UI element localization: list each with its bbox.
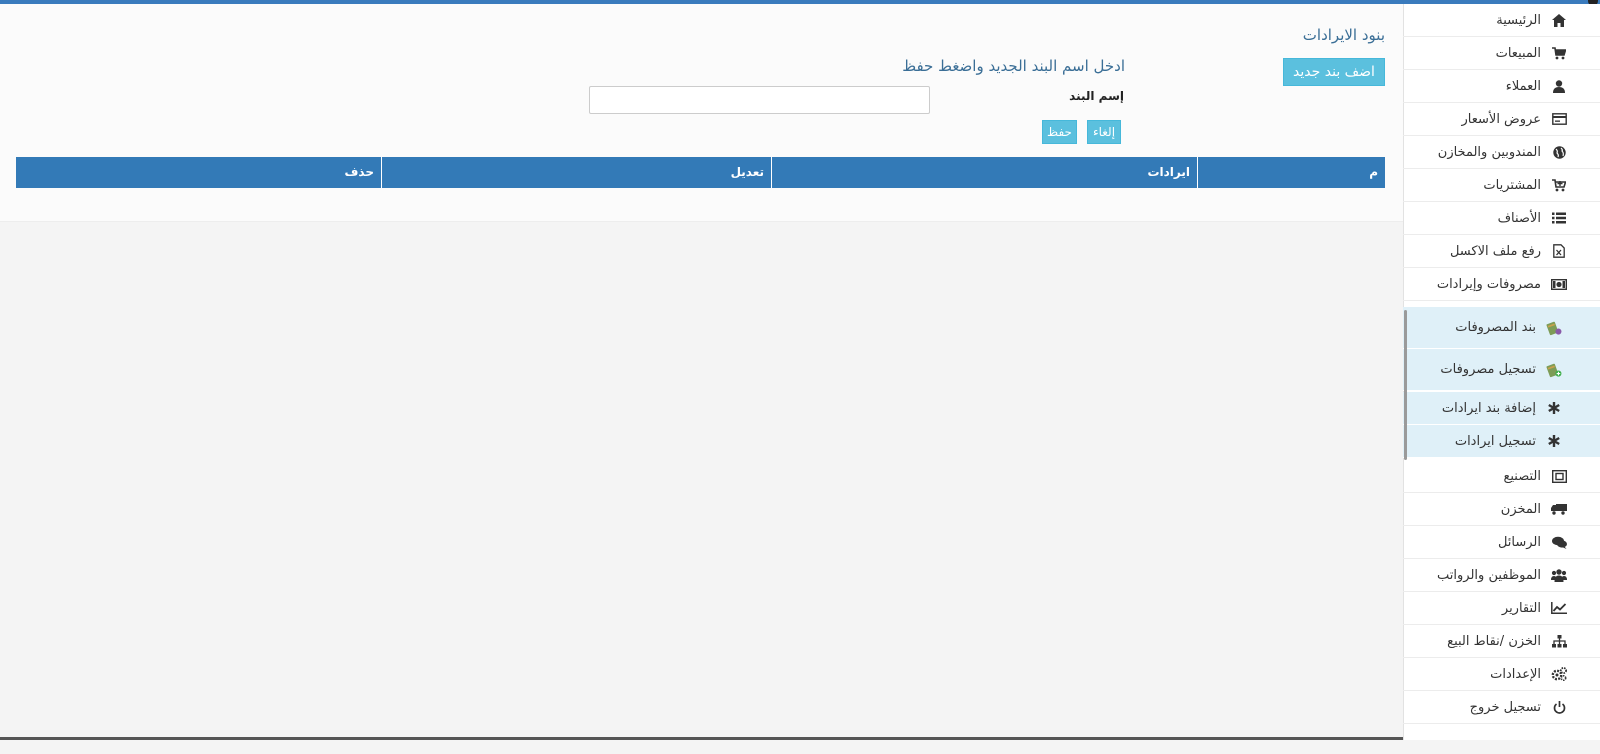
sidebar-item-customers[interactable]: العملاء [1403, 70, 1600, 103]
sidebar-item-label: عروض الأسعار [1461, 111, 1542, 127]
submenu-scrollbar[interactable] [1404, 310, 1407, 460]
users-icon [1551, 567, 1567, 583]
sidebar-item-label: الموظفين والرواتب [1437, 567, 1541, 583]
asterisk-icon [1546, 400, 1562, 416]
sidebar-item-logout[interactable]: تسجيل خروج [1403, 691, 1600, 724]
sidebar-item-messages[interactable]: الرسائل [1403, 526, 1600, 559]
column-header-revenue: ايرادات [771, 157, 1197, 188]
asterisk-icon [1546, 433, 1562, 449]
sidebar-item-products[interactable]: الأصناف [1403, 202, 1600, 235]
column-header-delete: حذف [344, 165, 374, 179]
sidebar-item-label: بند المصروفات [1455, 320, 1536, 335]
sidebar-item-home[interactable]: الرئيسية [1403, 4, 1600, 37]
sidebar-item-excel-upload[interactable]: رفع ملف الاكسل [1403, 235, 1600, 268]
item-name-label: إسم البند [1069, 89, 1124, 103]
excel-file-icon [1551, 243, 1567, 259]
sidebar-item-expenses-revenues[interactable]: مصروفات وإيرادات [1403, 268, 1600, 301]
sidebar-item-label: تسجيل ايرادات [1454, 433, 1536, 449]
cart-plus-icon [1551, 177, 1567, 193]
sidebar-item-label: الأصناف [1497, 210, 1541, 226]
sidebar-subitem-expense-items[interactable]: بند المصروفات [1403, 307, 1600, 349]
form-instruction: ادخل اسم البند الجديد واضغط حفظ [902, 57, 1125, 75]
main-panel: بنود الايرادات اضف بند جديد ادخل اسم الب… [0, 4, 1403, 222]
card-icon [1551, 111, 1567, 127]
bottom-edge-bar [0, 737, 1403, 740]
truck-icon [1551, 501, 1567, 517]
sidebar: الرئيسية المبيعات العملاء عروض الأسعار ا… [1403, 4, 1600, 740]
gears-icon [1551, 666, 1567, 682]
sidebar-item-settings[interactable]: الإعدادات [1403, 658, 1600, 691]
home-icon [1551, 12, 1567, 28]
sidebar-item-label: المبيعات [1495, 45, 1541, 61]
sidebar-item-employees-salaries[interactable]: الموظفين والرواتب [1403, 559, 1600, 592]
chat-icon [1551, 534, 1567, 550]
sidebar-item-label: المخزن [1500, 501, 1541, 517]
sidebar-item-label: التقارير [1501, 600, 1541, 616]
chart-icon [1551, 600, 1567, 616]
sidebar-item-manufacturing[interactable]: التصنيع [1403, 460, 1600, 493]
sidebar-item-quotations[interactable]: عروض الأسعار [1403, 103, 1600, 136]
add-new-item-button[interactable]: اضف بند جديد [1283, 58, 1385, 86]
cancel-button[interactable]: إلغاء [1087, 120, 1121, 144]
save-button[interactable]: حفظ [1042, 120, 1077, 144]
money-bag-icon [1546, 320, 1562, 336]
sidebar-item-label: تسجيل خروج [1469, 699, 1541, 715]
revenue-items-table-header: م ايرادات تعديل حذف [16, 157, 1385, 188]
sidebar-item-reps-warehouses[interactable]: المندوبين والمخازن [1403, 136, 1600, 169]
item-name-input[interactable] [589, 86, 930, 114]
money-bag-add-icon [1546, 362, 1562, 378]
sidebar-item-warehouse[interactable]: المخزن [1403, 493, 1600, 526]
sidebar-item-reports[interactable]: التقارير [1403, 592, 1600, 625]
sidebar-item-label: المشتريات [1483, 177, 1541, 193]
sidebar-item-label: إضافة بند ايرادات [1441, 400, 1536, 416]
cart-icon [1551, 45, 1567, 61]
user-icon [1551, 78, 1567, 94]
page-title: بنود الايرادات [1302, 26, 1385, 44]
manufacture-icon [1551, 468, 1567, 484]
sidebar-item-label: المندوبين والمخازن [1437, 144, 1541, 160]
globe-icon [1551, 144, 1567, 160]
list-icon [1551, 210, 1567, 226]
sidebar-item-treasuries-pos[interactable]: الخزن /نقاط البيع [1403, 625, 1600, 658]
sidebar-item-label: التصنيع [1503, 468, 1541, 484]
sidebar-item-label: مصروفات وإيرادات [1436, 276, 1541, 292]
sidebar-subitem-record-expenses[interactable]: تسجيل مصروفات [1403, 349, 1600, 391]
sidebar-item-purchases[interactable]: المشتريات [1403, 169, 1600, 202]
power-icon [1551, 699, 1567, 715]
money-icon [1551, 276, 1567, 292]
sidebar-item-label: الإعدادات [1490, 666, 1541, 682]
column-header-number: م [1197, 157, 1385, 188]
sidebar-item-label: العملاء [1505, 78, 1541, 94]
column-header-edit: تعديل [381, 157, 771, 188]
sidebar-item-label: الرئيسية [1496, 12, 1541, 28]
sidebar-item-label: رفع ملف الاكسل [1449, 243, 1541, 259]
sidebar-item-sales[interactable]: المبيعات [1403, 37, 1600, 70]
sidebar-item-label: تسجيل مصروفات [1440, 362, 1536, 377]
sidebar-subitem-add-revenue-item[interactable]: إضافة بند ايرادات [1403, 392, 1600, 425]
sidebar-item-label: الخزن /نقاط البيع [1447, 633, 1541, 649]
sidebar-item-label: الرسائل [1497, 534, 1541, 550]
sidebar-subitem-record-revenues[interactable]: تسجيل ايرادات [1403, 425, 1600, 458]
sitemap-icon [1551, 633, 1567, 649]
